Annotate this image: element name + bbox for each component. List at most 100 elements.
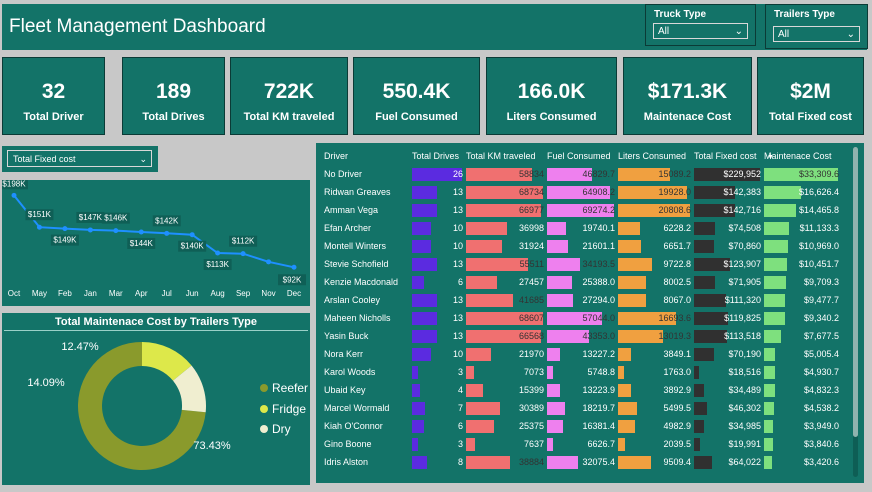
driver-name-cell: Kenzie Macdonald (324, 277, 399, 287)
table-row[interactable]: Ubaid Key 4 15399 13223.9 3892.9 $34,489 $4,83… (319, 381, 842, 399)
legend-item-fridge[interactable]: Fridge (260, 402, 306, 416)
data-label: $146K (104, 214, 128, 223)
kpi-value: 32 (41, 80, 66, 103)
column-header[interactable]: Driver (319, 147, 412, 165)
column-header[interactable]: Total Drives (412, 147, 466, 165)
scrollbar-thumb[interactable] (853, 147, 858, 437)
metric-cell: 13 (412, 291, 466, 309)
data-bar (764, 330, 781, 343)
data-point[interactable] (138, 229, 144, 235)
table-row[interactable]: Maheen Nicholls 13 68607 57044.0 16693.6 $119… (319, 309, 842, 327)
metric-cell: 20808.6 (618, 201, 694, 219)
vertical-scrollbar[interactable] (853, 147, 858, 477)
table-row[interactable]: Efan Archer 10 36998 19740.1 6228.2 $74,508 $1… (319, 219, 842, 237)
metric-cell: 13019.3 (618, 327, 694, 345)
data-bar (466, 402, 500, 415)
cell-value: $123,907 (723, 259, 761, 269)
measure-dropdown[interactable]: Total Fixed cost ⌄ (7, 150, 152, 167)
data-point[interactable] (189, 232, 195, 238)
data-point[interactable] (215, 250, 221, 256)
cell-value: 68607 (518, 313, 544, 323)
driver-name-cell: Nora Kerr (324, 349, 364, 359)
metric-cell: $3,840.6 (764, 435, 842, 453)
legend-item-dry[interactable]: Dry (260, 422, 291, 436)
metric-cell: 4982.9 (618, 417, 694, 435)
data-point[interactable] (11, 192, 17, 198)
cell-value: $111,320 (724, 295, 761, 305)
x-tick-label: Sep (236, 289, 251, 298)
data-point[interactable] (240, 251, 246, 257)
column-header[interactable]: Liters Consumed (618, 147, 694, 165)
cell-value: 3 (457, 439, 463, 449)
cell-value: 6228.2 (663, 223, 691, 233)
data-bar (764, 204, 796, 217)
trailers-type-dropdown[interactable]: All ⌄ (773, 26, 860, 42)
table-row[interactable]: Yasin Buck 13 66568 43353.0 13019.3 $113,518 $… (319, 327, 842, 345)
metric-cell: 5499.5 (618, 399, 694, 417)
metric-cell: 10 (412, 345, 466, 363)
column-header[interactable]: Fuel Consumed (547, 147, 618, 165)
data-bar (412, 240, 431, 253)
table-row[interactable]: Nora Kerr 10 21970 13227.2 3849.1 $70,190 $5,0… (319, 345, 842, 363)
cell-value: 1763.0 (663, 367, 691, 377)
legend-swatch (260, 384, 268, 392)
data-label: $149K (53, 236, 77, 245)
x-tick-label: Mar (109, 289, 123, 298)
chevron-down-icon: ⌄ (139, 154, 147, 164)
data-point[interactable] (36, 224, 42, 230)
kpi-value: 722K (263, 80, 315, 103)
truck-type-slicer[interactable]: Truck Type All ⌄ (645, 4, 756, 46)
data-bar (694, 348, 714, 361)
cell-value: 36998 (518, 223, 544, 233)
cell-value: $18,516 (728, 367, 761, 377)
column-header[interactable]: Maintenace Cost (764, 147, 842, 165)
table-row[interactable]: Kenzie Macdonald 6 27457 25388.0 8002.5 $71,9… (319, 273, 842, 291)
kpi-label: Fuel Consumed (375, 111, 458, 123)
kpi-label: Total KM traveled (243, 111, 335, 123)
trailers-type-slicer[interactable]: Trailers Type All ⌄ (765, 4, 868, 49)
metric-cell: $10,969.0 (764, 237, 842, 255)
cell-value: 10 (452, 241, 463, 251)
x-tick-label: Dec (287, 289, 301, 298)
cell-value: $10,969.0 (798, 241, 839, 251)
driver-table-panel: Driver Total Drives Total KM traveled Fuel … (316, 143, 864, 483)
column-header[interactable]: Total KM traveled (466, 147, 547, 165)
table-row[interactable]: No Driver 26 58834 46829.7 15089.2 $229,952 $3… (319, 165, 842, 183)
table-row[interactable]: Kiah O'Connor 6 25375 16381.4 4982.9 $34,985 $… (319, 417, 842, 435)
cell-value: 4982.9 (663, 421, 691, 431)
legend-item-reefer[interactable]: Reefer (260, 381, 308, 395)
truck-type-dropdown[interactable]: All ⌄ (653, 23, 748, 39)
data-point[interactable] (266, 259, 272, 265)
data-point[interactable] (164, 230, 170, 236)
cell-value: 8002.5 (663, 277, 691, 287)
metric-cell: $34,985 (694, 417, 764, 435)
table-row[interactable]: Stevie Schofield 13 55511 34193.5 9722.8 $123… (319, 255, 842, 273)
cell-value: 13 (452, 205, 463, 215)
data-point[interactable] (62, 226, 68, 232)
table-row[interactable]: Arslan Cooley 13 41685 27294.0 8067.0 $111,32… (319, 291, 842, 309)
cell-value: $64,022 (728, 457, 761, 467)
table-row[interactable]: Marcel Wormald 7 30389 18219.7 5499.5 $46,302… (319, 399, 842, 417)
table-row[interactable]: Karol Woods 3 7073 5748.8 1763.0 $18,516 $4,93… (319, 363, 842, 381)
trailer-type-donut-chart[interactable]: 73.43% 14.09% 12.47% (2, 313, 310, 485)
monthly-fixed-cost-line-chart[interactable]: $198K Oct $151K May $149K Feb $147K Jan $146K Mar… (0, 178, 310, 306)
table-row[interactable]: Montell Winters 10 31924 21601.1 6651.7 $70,8… (319, 237, 842, 255)
table-row[interactable]: Gino Boone 3 7637 6626.7 2039.5 $19,991 $3,840… (319, 435, 842, 453)
metric-cell: 5748.8 (547, 363, 618, 381)
data-bar (694, 420, 704, 433)
cell-value: 19928.0 (658, 187, 691, 197)
metric-cell: $142,716 (694, 201, 764, 219)
data-point[interactable] (87, 227, 93, 233)
table-row[interactable]: Ridwan Greaves 13 68734 64908.2 19928.0 $142,… (319, 183, 842, 201)
data-bar (412, 402, 425, 415)
table-header-row: Driver Total Drives Total KM traveled Fuel … (319, 147, 842, 165)
metric-cell: 15089.2 (618, 165, 694, 183)
metric-cell: 8067.0 (618, 291, 694, 309)
data-bar (466, 348, 491, 361)
table-row[interactable]: Amman Vega 13 66977 69274.2 20808.6 $142,716 $… (319, 201, 842, 219)
data-point[interactable] (113, 228, 119, 234)
table-row[interactable]: Idris Alston 8 38884 32075.4 9509.4 $64,022 $3… (319, 453, 842, 471)
data-point[interactable] (291, 264, 297, 270)
column-header[interactable]: Total Fixed cost (694, 147, 764, 165)
sort-descending-icon[interactable]: ▼ (767, 154, 774, 161)
